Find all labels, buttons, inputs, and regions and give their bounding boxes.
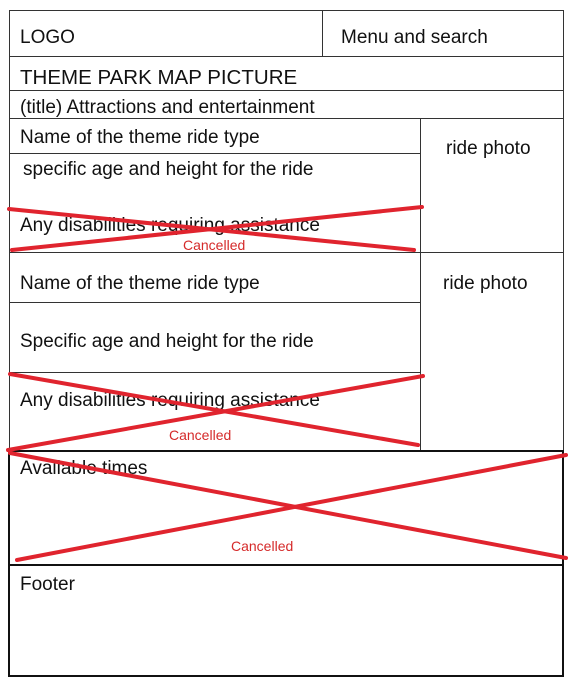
times-cross-a [8, 451, 568, 560]
cancel-marks [6, 205, 568, 562]
ride-2-cross-b [6, 374, 425, 452]
ride-2-cross-a [8, 372, 420, 447]
